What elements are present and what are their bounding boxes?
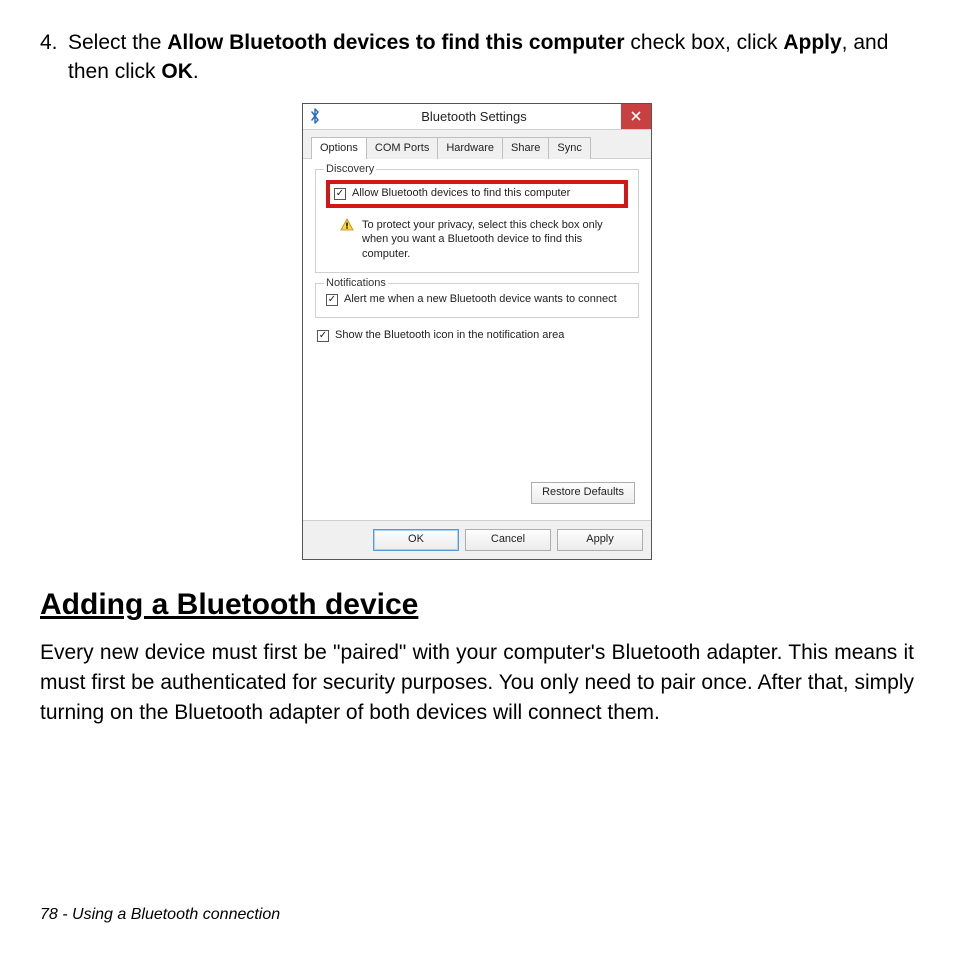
show-tray-icon-checkbox[interactable]: ✓ <box>317 330 329 342</box>
alert-new-device-label: Alert me when a new Bluetooth device wan… <box>344 292 617 307</box>
dialog-title: Bluetooth Settings <box>327 104 621 129</box>
bluetooth-icon <box>303 104 327 129</box>
tab-hardware[interactable]: Hardware <box>437 137 503 159</box>
tab-options[interactable]: Options <box>311 137 367 159</box>
warning-icon <box>340 218 354 232</box>
discovery-group: Discovery ✓ Allow Bluetooth devices to f… <box>315 169 639 273</box>
tab-share[interactable]: Share <box>502 137 549 159</box>
tab-row: Options COM Ports Hardware Share Sync <box>303 130 651 159</box>
notifications-group: Notifications ✓ Alert me when a new Blue… <box>315 283 639 318</box>
instruction-step: 4. Select the Allow Bluetooth devices to… <box>40 28 914 87</box>
titlebar: Bluetooth Settings <box>303 104 651 130</box>
allow-discovery-label: Allow Bluetooth devices to find this com… <box>352 186 570 201</box>
options-panel: Discovery ✓ Allow Bluetooth devices to f… <box>303 159 651 520</box>
discovery-legend: Discovery <box>324 162 376 177</box>
page-footer: 78 - Using a Bluetooth connection <box>40 904 280 926</box>
bluetooth-settings-dialog: Bluetooth Settings Options COM Ports Har… <box>302 103 652 560</box>
step-text: Select the Allow Bluetooth devices to fi… <box>68 28 914 87</box>
notifications-legend: Notifications <box>324 276 388 291</box>
allow-discovery-highlight: ✓ Allow Bluetooth devices to find this c… <box>326 180 628 207</box>
tab-com-ports[interactable]: COM Ports <box>366 137 438 159</box>
discovery-warning-text: To protect your privacy, select this che… <box>362 218 628 263</box>
section-paragraph: Every new device must first be "paired" … <box>40 638 914 727</box>
allow-discovery-checkbox[interactable]: ✓ <box>334 188 346 200</box>
cancel-button[interactable]: Cancel <box>465 529 551 551</box>
close-button[interactable] <box>621 104 651 129</box>
restore-defaults-button[interactable]: Restore Defaults <box>531 482 635 504</box>
apply-button[interactable]: Apply <box>557 529 643 551</box>
dialog-button-row: OK Cancel Apply <box>303 520 651 559</box>
discovery-warning: To protect your privacy, select this che… <box>326 218 628 263</box>
section-heading: Adding a Bluetooth device <box>40 584 914 626</box>
step-number: 4. <box>40 28 68 87</box>
ok-button[interactable]: OK <box>373 529 459 551</box>
show-tray-icon-label: Show the Bluetooth icon in the notificat… <box>335 328 564 343</box>
alert-new-device-checkbox[interactable]: ✓ <box>326 294 338 306</box>
tab-sync[interactable]: Sync <box>548 137 590 159</box>
